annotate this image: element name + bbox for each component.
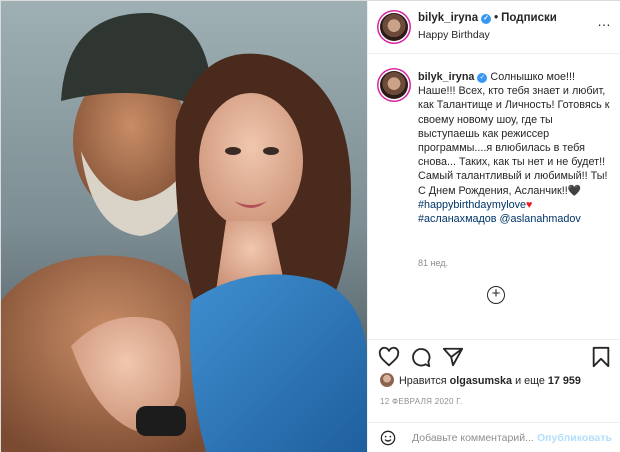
post-caption: bilyk_iryna ✓ Солнышко мое!!! Наше!!! Все… [418, 70, 614, 226]
post-image [1, 1, 367, 452]
hashtag-link[interactable]: #happybirthdaymylove [418, 199, 526, 211]
post-header: bilyk_iryna ✓ • Подписки Happy Birthday … [368, 1, 620, 54]
caption-time-ago[interactable]: 81 нед. [418, 258, 448, 268]
caption-text: Солнышко мое!!! Наше!!! Всех, кто тебя з… [418, 71, 610, 197]
verified-badge-icon: ✓ [481, 14, 492, 24]
add-comment-bar: Опубликовать [368, 422, 620, 452]
author-username[interactable]: bilyk_iryna [418, 12, 478, 24]
hashtag-link[interactable]: #асланахмадов [418, 213, 497, 225]
bookmark-icon[interactable] [590, 346, 612, 368]
post-date[interactable]: 12 ФЕВРАЛЯ 2020 Г. [380, 397, 462, 406]
post-subtitle[interactable]: Happy Birthday [418, 29, 490, 41]
liker-avatar[interactable] [380, 373, 394, 387]
follow-button[interactable]: Подписки [501, 12, 557, 24]
publish-button[interactable]: Опубликовать [537, 432, 612, 444]
separator-dot: • [494, 12, 499, 24]
post-actions-bar [368, 339, 620, 369]
share-icon[interactable] [442, 346, 464, 368]
mention-link[interactable]: @aslanahmadov [500, 213, 581, 225]
post-side-panel: bilyk_iryna ✓ • Подписки Happy Birthday … b… [367, 1, 620, 452]
load-more-comments-icon[interactable]: + [487, 286, 505, 304]
comments-area: bilyk_iryna ✓ Солнышко мое!!! Наше!!! Все… [368, 55, 620, 325]
likes-summary: Нравится olgasumska и еще 17 959 [380, 373, 581, 391]
author-line: bilyk_iryna ✓ • Подписки [418, 12, 557, 24]
comment-icon[interactable] [410, 346, 432, 368]
red-heart-emoji: ♥ [526, 198, 533, 211]
heart-outline-icon[interactable] [378, 346, 400, 368]
emoji-smile-icon[interactable] [380, 430, 396, 446]
caption-username[interactable]: bilyk_iryna [418, 71, 474, 83]
caption-author-avatar[interactable] [380, 71, 408, 99]
author-avatar[interactable] [380, 13, 408, 41]
likes-connector: и еще [515, 375, 545, 387]
post-photo[interactable] [1, 1, 367, 452]
first-liker-link[interactable]: olgasumska [450, 375, 512, 387]
black-heart-emoji: 🖤 [567, 184, 582, 197]
more-options-icon[interactable]: … [597, 13, 612, 29]
likes-prefix: Нравится [399, 375, 447, 387]
likes-count-link[interactable]: 17 959 [548, 375, 581, 387]
instagram-post: bilyk_iryna ✓ • Подписки Happy Birthday … b… [0, 0, 620, 452]
verified-badge-icon: ✓ [477, 73, 488, 83]
